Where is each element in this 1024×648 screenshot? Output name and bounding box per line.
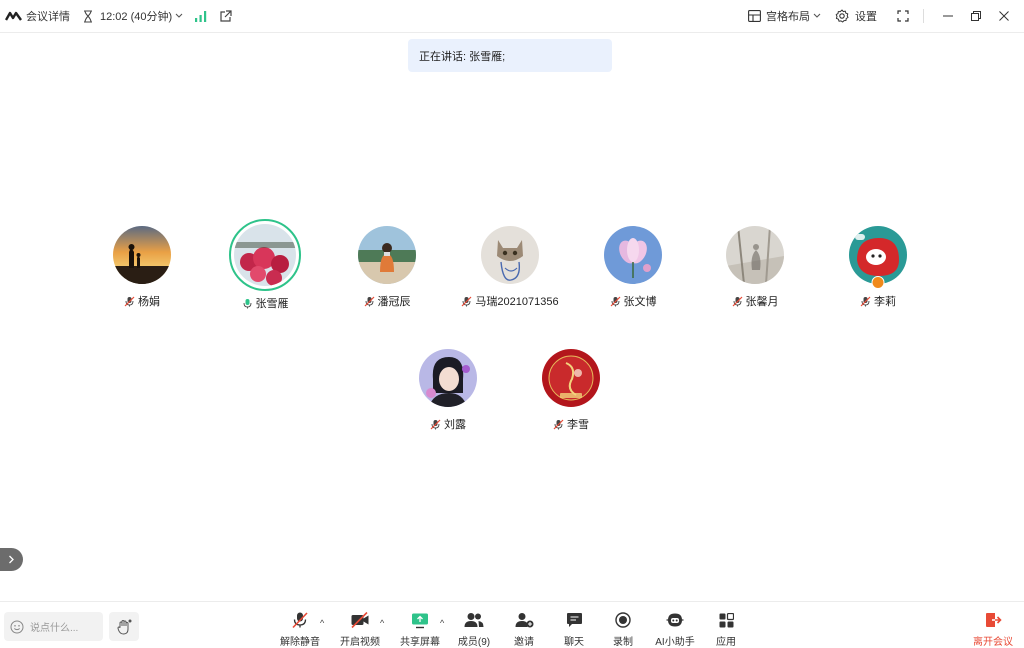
layout-label: 宫格布局	[766, 11, 810, 23]
settings-label: 设置	[855, 11, 877, 23]
mic-muted-icon	[860, 296, 871, 306]
chevron-down-icon	[813, 13, 821, 18]
participant-tile[interactable]: 李莉	[823, 226, 933, 309]
participant-tile[interactable]: 杨娟	[87, 226, 197, 309]
invite-button[interactable]: 邀请	[508, 610, 540, 648]
avatar	[113, 226, 171, 284]
divider	[923, 9, 924, 23]
video-off-icon	[351, 611, 369, 629]
participant-tile-active-speaker[interactable]: 张雪雁	[210, 219, 320, 311]
layout-dropdown[interactable]: 宫格布局	[748, 8, 821, 24]
avatar	[481, 226, 539, 284]
participant-name: 张馨月	[700, 293, 810, 309]
share-options-caret[interactable]: ^	[440, 618, 444, 628]
avatar	[726, 226, 784, 284]
external-link-icon	[220, 9, 232, 22]
ai-assistant-button[interactable]: AI小助手	[654, 610, 696, 648]
close-button[interactable]	[992, 4, 1016, 28]
participant-tile[interactable]: 刘露	[393, 349, 503, 432]
participant-tile[interactable]: 张馨月	[700, 226, 810, 309]
apps-grid-icon	[719, 612, 734, 627]
video-options-caret[interactable]: ^	[380, 618, 384, 628]
host-badge-icon	[871, 276, 885, 289]
record-button[interactable]: 录制	[608, 610, 638, 648]
exit-icon	[985, 613, 1002, 627]
active-speaker-banner: 正在讲话: 张雪雁;	[408, 39, 612, 72]
mic-muted-icon	[461, 296, 472, 306]
participant-name: 杨娟	[87, 293, 197, 309]
mic-muted-icon	[553, 419, 564, 429]
hourglass-icon	[84, 9, 92, 23]
fullscreen-icon	[897, 10, 909, 22]
invite-user-icon	[515, 613, 533, 628]
meeting-details-label: 会议详情	[26, 11, 70, 23]
app-logo-icon	[5, 11, 22, 21]
leave-meeting-button[interactable]: 离开会议	[972, 610, 1014, 648]
chat-bubble-icon	[566, 613, 582, 627]
unmute-button[interactable]: 解除静音	[279, 610, 321, 648]
share-link-button[interactable]	[219, 9, 232, 23]
gear-icon	[835, 9, 849, 23]
participant-name: 李莉	[823, 293, 933, 309]
top-bar: 会议详情 12:02 (40分钟) 宫格布局 设置	[0, 0, 1024, 33]
quick-chat-input[interactable]: 说点什么...	[4, 612, 103, 641]
avatar	[358, 226, 416, 284]
timer-text: 12:02 (40分钟)	[100, 11, 173, 23]
participant-tile[interactable]: 张文博	[578, 226, 688, 309]
grid-layout-icon	[748, 10, 761, 22]
mic-muted-icon	[430, 419, 441, 429]
bottom-toolbar: 说点什么... 解除静音 ^ 开启视频 ^ 共享屏幕 ^ 成员(9) 邀请 聊天…	[0, 601, 1024, 648]
restore-icon	[971, 11, 981, 21]
participant-tile[interactable]: 潘冠辰	[332, 226, 442, 309]
apps-button[interactable]: 应用	[711, 610, 741, 648]
chevron-down-icon	[175, 13, 183, 18]
minimize-button[interactable]	[936, 4, 960, 28]
restore-button[interactable]	[964, 4, 988, 28]
expand-sidebar-button[interactable]	[0, 548, 23, 571]
mic-muted-icon	[292, 612, 308, 629]
record-icon	[615, 612, 631, 628]
chat-placeholder: 说点什么...	[30, 623, 79, 634]
participant-tile[interactable]: 李雪	[516, 349, 626, 432]
network-signal[interactable]	[195, 10, 207, 22]
mic-muted-icon	[610, 296, 620, 306]
signal-bars-icon	[195, 10, 207, 22]
share-screen-button[interactable]: 共享屏幕	[399, 610, 441, 648]
active-speaker-text: 正在讲话: 张雪雁;	[419, 50, 506, 63]
mic-active-icon	[243, 298, 251, 308]
chevron-right-icon	[9, 555, 14, 564]
mic-muted-icon	[364, 296, 374, 306]
close-icon	[999, 11, 1009, 21]
minimize-icon	[943, 15, 953, 17]
avatar	[229, 219, 301, 291]
audio-options-caret[interactable]: ^	[320, 618, 324, 628]
fullscreen-button[interactable]	[891, 4, 915, 28]
avatar	[542, 349, 600, 407]
emoji-icon	[10, 620, 24, 633]
participant-name: 张文博	[578, 293, 688, 309]
share-screen-icon	[412, 613, 428, 628]
timer-dropdown[interactable]: 12:02 (40分钟)	[82, 8, 183, 24]
ai-assistant-icon	[666, 613, 684, 627]
participant-tile[interactable]: 马瑞2021071356	[455, 226, 565, 309]
participant-name: 刘露	[393, 416, 503, 432]
raise-hand-icon	[117, 619, 131, 634]
start-video-button[interactable]: 开启视频	[339, 610, 381, 648]
avatar	[604, 226, 662, 284]
participant-name: 张雪雁	[210, 295, 320, 311]
raise-hand-button[interactable]	[109, 612, 139, 641]
mic-muted-icon	[124, 296, 135, 306]
participant-name: 李雪	[516, 416, 626, 432]
participant-name: 马瑞2021071356	[455, 293, 565, 309]
members-icon	[464, 613, 484, 627]
meeting-details-button[interactable]: 会议详情	[5, 8, 70, 24]
participant-name: 潘冠辰	[332, 293, 442, 309]
mic-muted-icon	[732, 296, 742, 306]
settings-button[interactable]: 设置	[835, 8, 877, 24]
members-button[interactable]: 成员(9)	[455, 610, 493, 648]
avatar	[419, 349, 477, 407]
chat-button[interactable]: 聊天	[558, 610, 590, 648]
